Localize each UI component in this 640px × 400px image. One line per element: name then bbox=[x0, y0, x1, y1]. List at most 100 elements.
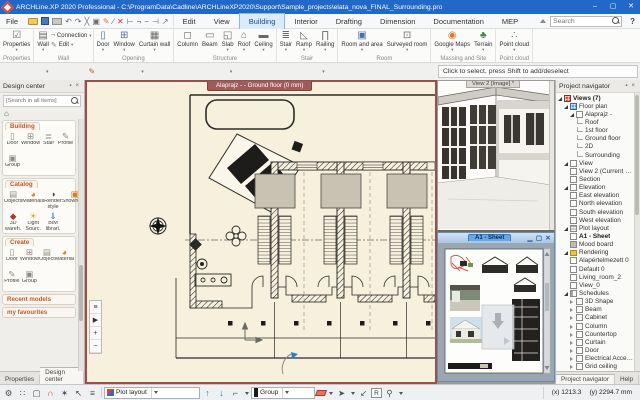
rotate-r-button[interactable]: R bbox=[371, 388, 382, 398]
tree-item-curtain[interactable]: Curtain bbox=[556, 338, 634, 346]
maximize-button[interactable]: ▢ bbox=[604, 0, 622, 14]
close-panel-icon[interactable]: × bbox=[629, 83, 637, 89]
tree-item-render-view0[interactable]: View_0 bbox=[556, 281, 634, 289]
search-input[interactable] bbox=[551, 18, 612, 25]
tree-item-view[interactable]: View bbox=[556, 159, 634, 167]
dim-tool-icon[interactable]: ¬ bbox=[137, 15, 142, 28]
toolbar-caret-icon[interactable]: ▾ bbox=[46, 69, 49, 75]
dropdown-caret-icon[interactable] bbox=[243, 388, 250, 397]
floor-down-icon[interactable]: ↓ bbox=[215, 388, 228, 398]
menu-mep[interactable]: MEP bbox=[493, 14, 527, 29]
cut-icon[interactable]: ╳ bbox=[85, 15, 90, 28]
floor-plan-canvas[interactable]: Alaprajz - - Ground floor (0 mm) bbox=[85, 80, 437, 384]
copy-icon[interactable]: ▣ bbox=[92, 15, 100, 28]
dc-item-window[interactable]: ⊞Window bbox=[21, 131, 40, 152]
layer-list-icon[interactable]: ≡ bbox=[90, 301, 101, 314]
sheet-minimize-icon[interactable]: ▁ bbox=[526, 234, 534, 242]
combo-caret-icon[interactable] bbox=[151, 388, 160, 398]
tree-item-cabinet[interactable]: Cabinet bbox=[556, 314, 634, 322]
tree-item-plot-layout[interactable]: Plot layout bbox=[556, 224, 634, 232]
dim-tool-icon[interactable]: ⊢ bbox=[127, 15, 134, 28]
menu-building[interactable]: Building bbox=[239, 13, 286, 29]
tree-item-column[interactable]: Column bbox=[556, 322, 634, 330]
sheet-close-icon[interactable]: ✕ bbox=[544, 234, 552, 242]
dc-item-objects[interactable]: ▤Objects bbox=[4, 189, 22, 210]
tree-item-rendering[interactable]: Rendering bbox=[556, 249, 634, 257]
wall-button[interactable]: ▤ Wall ▾ bbox=[35, 30, 50, 52]
brush-icon[interactable]: ✎ bbox=[103, 15, 110, 28]
ramp-button[interactable]: ◺ Ramp▾ bbox=[294, 30, 314, 52]
grid-icon[interactable]: ∷ bbox=[16, 386, 29, 400]
room-and-area-button[interactable]: ▣ Room and area▾ bbox=[339, 30, 384, 52]
tree-item-grid-ceiling[interactable]: Grid ceiling bbox=[556, 363, 634, 371]
tree-item-views[interactable]: Views (7) bbox=[556, 94, 634, 102]
dc-create-object[interactable]: ▤Object bbox=[39, 247, 55, 268]
tree-item-render-default-hu[interactable]: Alapértelmezett 0 bbox=[556, 257, 634, 265]
dc-item-materials[interactable]: ◕Materials bbox=[22, 189, 44, 210]
dc-create-door[interactable]: ▯Door bbox=[4, 247, 20, 268]
tree-item-mood-board[interactable]: Mood board bbox=[556, 241, 634, 249]
toolbar-caret-icon[interactable]: ▾ bbox=[141, 69, 144, 75]
recent-models-bar[interactable]: Recent models bbox=[2, 294, 76, 305]
item-list-icon[interactable]: ≡ bbox=[86, 386, 99, 400]
menu-dimension[interactable]: Dimension bbox=[371, 14, 424, 29]
dc-item-bim-libraries[interactable]: ⇓BIM librari. bbox=[44, 211, 62, 232]
railing-button[interactable]: ∏ Railing▾ bbox=[314, 30, 336, 52]
dc-item-door[interactable]: ▯Door bbox=[4, 131, 21, 152]
marquee-select-icon[interactable]: ▢ bbox=[30, 386, 43, 400]
tree-item-schedules[interactable]: Schedules bbox=[556, 289, 634, 297]
plot-layout-combo[interactable]: Plot layout bbox=[104, 387, 200, 399]
tree-item-south-elevation[interactable]: South elevation bbox=[556, 208, 634, 216]
redo-icon[interactable]: ↷ bbox=[75, 15, 82, 28]
curtain-wall-button[interactable]: ▦ Curtain wall▾ bbox=[137, 30, 172, 52]
tree-item-alaprajz[interactable]: Alaprajz - bbox=[556, 110, 634, 118]
tree-item-view2[interactable]: View 2 (Current perspe bbox=[556, 167, 634, 175]
tree-item-3d-shape[interactable]: 3D Shape bbox=[556, 298, 634, 306]
dc-create-material[interactable]: ◕Material bbox=[55, 247, 74, 268]
view-3d-scrollbar[interactable] bbox=[549, 81, 554, 230]
floor-plan-drawing[interactable] bbox=[87, 82, 435, 382]
close-button[interactable]: ✕ bbox=[622, 0, 640, 14]
snap-magnet-icon[interactable]: ∩ bbox=[44, 386, 57, 400]
terrain-button[interactable]: ♣ Terrain▾ bbox=[472, 30, 494, 52]
menu-drafting[interactable]: Drafting bbox=[327, 14, 371, 29]
tree-item-electrical-accessory[interactable]: Electrical Accessory bbox=[556, 355, 634, 363]
surveyed-room-button[interactable]: ⊡ Surveyed room▾ bbox=[385, 30, 430, 52]
dc-item-group[interactable]: ▣Group bbox=[4, 153, 21, 174]
stair-button[interactable]: ≣ Stair▾ bbox=[278, 30, 294, 52]
tree-item-section[interactable]: Section bbox=[556, 175, 634, 183]
dc-item-profile[interactable]: ✎Profile bbox=[57, 131, 74, 152]
play-icon[interactable]: ▶ bbox=[90, 314, 101, 327]
undo-icon[interactable]: ↶ bbox=[65, 15, 72, 28]
design-center-search[interactable] bbox=[3, 95, 81, 107]
collapse-ribbon-icon[interactable] bbox=[540, 19, 546, 23]
door-button[interactable]: ▯ Door▾ bbox=[95, 30, 112, 52]
zoom-out-icon[interactable]: − bbox=[90, 340, 101, 353]
floor-up-icon[interactable]: ↑ bbox=[201, 388, 214, 398]
dc-create-window[interactable]: ⊞Window bbox=[20, 247, 39, 268]
roof-button[interactable]: ⌂ Roof▾ bbox=[236, 30, 253, 52]
tree-item-render-default[interactable]: Default 0 bbox=[556, 265, 634, 273]
navigate-arrow-icon[interactable]: ➤ bbox=[335, 386, 348, 400]
properties-button[interactable]: ☑ Properties ▾ bbox=[1, 30, 32, 52]
sheet-tab[interactable]: A1 - Sheet bbox=[468, 234, 511, 241]
dim-tool-icon[interactable]: ⊣ bbox=[152, 15, 159, 28]
design-center-scrollbar[interactable] bbox=[78, 119, 84, 371]
key-icon[interactable]: ⚲ bbox=[383, 386, 396, 400]
tab-properties[interactable]: Properties bbox=[0, 375, 40, 384]
group-combo[interactable]: Group bbox=[251, 387, 315, 399]
tree-item-surrounding[interactable]: Surrounding bbox=[556, 151, 634, 159]
project-tree-scrollbar[interactable] bbox=[634, 93, 640, 371]
beam-button[interactable]: ▭ Beam bbox=[200, 30, 220, 48]
dc-create-group[interactable]: ▣Group bbox=[20, 269, 39, 290]
column-button[interactable]: ◻ Column bbox=[175, 30, 200, 48]
menu-edit[interactable]: Edit bbox=[174, 14, 205, 29]
floor-plan-view-tab[interactable]: Alaprajz - - Ground floor (0 mm) bbox=[207, 81, 312, 91]
settings-gear-icon[interactable]: ⚙ bbox=[2, 386, 15, 400]
zoom-in-icon[interactable]: + bbox=[90, 327, 101, 340]
my-favourites-bar[interactable]: my favourites bbox=[2, 307, 76, 318]
tree-item-render-living-room[interactable]: Living_room_2 bbox=[556, 273, 634, 281]
select-cursor-icon[interactable]: ↖ bbox=[72, 386, 85, 400]
tree-item-beam[interactable]: Beam bbox=[556, 306, 634, 314]
move-arrow-icon[interactable]: ↙ bbox=[357, 386, 370, 400]
